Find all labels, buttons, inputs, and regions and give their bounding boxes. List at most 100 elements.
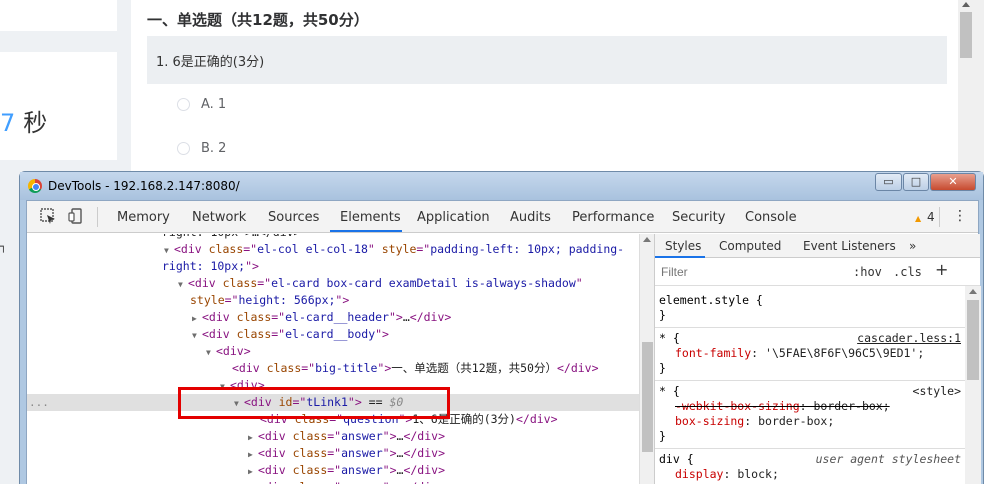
style-rule[interactable]: div {user agent stylesheet display: block… bbox=[655, 449, 965, 484]
toolbar-separator bbox=[939, 207, 940, 227]
dom-token: padding-left: 10px; padding- bbox=[430, 242, 625, 256]
styles-filter-input[interactable] bbox=[661, 263, 841, 281]
dom-node[interactable]: ▶<div class="answer">…</div> bbox=[27, 428, 639, 445]
radio-icon[interactable] bbox=[177, 142, 190, 155]
device-toolbar-icon[interactable] bbox=[67, 207, 85, 225]
dom-token: "> bbox=[383, 480, 397, 484]
elements-scrollbar[interactable] bbox=[639, 234, 654, 484]
new-rule-icon[interactable]: + bbox=[935, 260, 948, 279]
node-actions-icon[interactable]: ... bbox=[29, 394, 49, 411]
class-toggle[interactable]: .cls bbox=[893, 265, 922, 279]
option-a[interactable]: A. 1 bbox=[177, 97, 226, 112]
tab-memory[interactable]: Memory bbox=[117, 210, 170, 225]
dom-token: <div bbox=[258, 429, 293, 443]
collapsed-arrow-icon[interactable]: ▶ bbox=[248, 463, 258, 480]
scroll-up-icon[interactable] bbox=[643, 237, 651, 242]
tab-computed[interactable]: Computed bbox=[719, 239, 781, 253]
dom-token: =" bbox=[224, 293, 239, 307]
expanded-arrow-icon[interactable]: ▼ bbox=[206, 344, 216, 361]
collapsed-arrow-icon[interactable]: ▶ bbox=[248, 446, 258, 463]
style-rule[interactable]: * {<style> -webkit-box-sizing: border-box… bbox=[655, 381, 965, 449]
css-declaration[interactable]: font-family: '\5FAE\8F6F\96C5\9ED1'; bbox=[675, 346, 924, 361]
css-declaration[interactable]: display: block; bbox=[675, 467, 779, 482]
dom-token: tLink1 bbox=[306, 395, 348, 409]
dom-token: id bbox=[278, 395, 293, 409]
scroll-thumb[interactable] bbox=[642, 342, 653, 452]
dom-node[interactable]: ▼ <div> bbox=[27, 343, 639, 360]
option-b[interactable]: B. 2 bbox=[177, 141, 226, 156]
inspect-element-icon[interactable] bbox=[39, 207, 57, 225]
collapsed-arrow-icon[interactable]: ▶ bbox=[248, 429, 258, 446]
minimize-button[interactable]: ▭ bbox=[875, 173, 902, 191]
style-rule[interactable]: * {cascader.less:1 font-family: '\5FAE\8F… bbox=[655, 328, 965, 381]
styles-scrollbar[interactable] bbox=[965, 286, 981, 484]
dom-token: " bbox=[575, 276, 583, 290]
dom-token: "> bbox=[377, 361, 392, 375]
css-declaration[interactable]: -webkit-box-sizing: border-box; bbox=[675, 399, 890, 414]
tab-elements[interactable]: Elements bbox=[340, 210, 401, 225]
scroll-up-icon[interactable] bbox=[969, 289, 977, 294]
hover-state-toggle[interactable]: :hov bbox=[853, 265, 882, 279]
dom-token: <div bbox=[258, 463, 293, 477]
timer-number: 7 bbox=[0, 109, 16, 137]
maximize-button[interactable]: □ bbox=[903, 173, 929, 191]
more-tabs-icon[interactable]: » bbox=[909, 239, 916, 253]
tab-application[interactable]: Application bbox=[417, 210, 490, 225]
tab-sources[interactable]: Sources bbox=[268, 210, 319, 225]
expanded-arrow-icon[interactable]: ▼ bbox=[220, 378, 230, 395]
dom-token: <div bbox=[258, 446, 293, 460]
dom-token: </div> bbox=[403, 429, 445, 443]
scroll-thumb[interactable] bbox=[967, 300, 979, 380]
dom-node[interactable]: right: 10px;"> bbox=[27, 258, 639, 275]
devtools-content: Memory Network Sources Elements Application A… bbox=[26, 200, 981, 484]
chrome-logo-icon bbox=[28, 179, 42, 193]
style-rule[interactable]: element.style {} bbox=[655, 290, 965, 328]
dom-node[interactable]: ▼ <div class="el-card__body"> bbox=[27, 326, 639, 343]
dom-token: "> bbox=[347, 395, 362, 409]
scroll-up-icon[interactable] bbox=[962, 2, 970, 7]
option-label: B. 2 bbox=[201, 141, 227, 156]
expanded-arrow-icon[interactable]: ▼ bbox=[234, 395, 244, 412]
tab-console[interactable]: Console bbox=[745, 210, 797, 225]
timer-unit: 秒 bbox=[23, 109, 48, 137]
tab-security[interactable]: Security bbox=[672, 210, 725, 225]
dom-node[interactable]: right: 10px">…</div> bbox=[27, 234, 639, 241]
dom-node[interactable]: ▶<div class="answer">…</div> bbox=[27, 479, 639, 484]
tab-event-listeners[interactable]: Event Listeners bbox=[803, 239, 896, 253]
dom-node[interactable]: ▼ <div class="el-card box-card examDetail… bbox=[27, 275, 639, 292]
css-declaration[interactable]: box-sizing: border-box; bbox=[675, 414, 834, 429]
dom-token: "> bbox=[398, 412, 413, 426]
dom-token: =" bbox=[243, 242, 258, 256]
devtools-titlebar[interactable]: DevTools - 192.168.2.147:8080/ ▭ □ ✕ bbox=[20, 172, 983, 200]
tab-network[interactable]: Network bbox=[192, 210, 246, 225]
tab-audits[interactable]: Audits bbox=[510, 210, 551, 225]
radio-icon[interactable] bbox=[177, 98, 190, 111]
dom-node[interactable]: ▶<div class="answer">…</div> bbox=[27, 462, 639, 479]
page-scrollbar[interactable] bbox=[958, 0, 974, 180]
tab-styles[interactable]: Styles bbox=[665, 239, 701, 253]
dom-node[interactable]: <div class="big-title">一、单选题（共12题，共50分）<… bbox=[27, 360, 639, 377]
exam-card: 一、单选题（共12题，共50分） 1. 6是正确的(3分) A. 1 B. 2 bbox=[131, 0, 958, 180]
screen: 7秒 ┐ 一、单选题（共12题，共50分） 1. 6是正确的(3分) A. 1 … bbox=[0, 0, 984, 484]
dom-token: </div> bbox=[403, 463, 445, 477]
dom-node[interactable]: ▼ <div> bbox=[27, 377, 639, 394]
dom-token: =" bbox=[327, 446, 342, 460]
expanded-arrow-icon[interactable]: ▼ bbox=[192, 327, 202, 344]
collapsed-arrow-icon[interactable]: ▶ bbox=[248, 480, 258, 484]
dom-node[interactable]: <div class="question">1、6是正确的(3分)</div> bbox=[27, 411, 639, 428]
more-options-icon[interactable]: ⋮ bbox=[953, 208, 967, 224]
scroll-thumb[interactable] bbox=[960, 12, 972, 58]
dom-token: </div> bbox=[403, 480, 445, 484]
dom-node-selected[interactable]: ▼ <div id="tLink1"> == $0... bbox=[27, 394, 639, 411]
tab-performance[interactable]: Performance bbox=[572, 210, 654, 225]
collapsed-arrow-icon[interactable]: ▶ bbox=[192, 310, 202, 327]
dom-node[interactable]: ▶<div class="answer">…</div> bbox=[27, 445, 639, 462]
close-button[interactable]: ✕ bbox=[930, 173, 976, 191]
dom-node[interactable]: ▶ <div class="el-card__header">…</div> bbox=[27, 309, 639, 326]
rule-source-link[interactable]: cascader.less:1 bbox=[857, 331, 961, 346]
warnings-counter[interactable]: ▲ 4 bbox=[915, 210, 935, 224]
dom-node[interactable]: ▼ <div class="el-col el-col-18" style="pa… bbox=[27, 241, 639, 258]
dom-node[interactable]: style="height: 566px;"> bbox=[27, 292, 639, 309]
expanded-arrow-icon[interactable]: ▼ bbox=[178, 276, 188, 293]
expanded-arrow-icon[interactable]: ▼ bbox=[164, 242, 174, 259]
